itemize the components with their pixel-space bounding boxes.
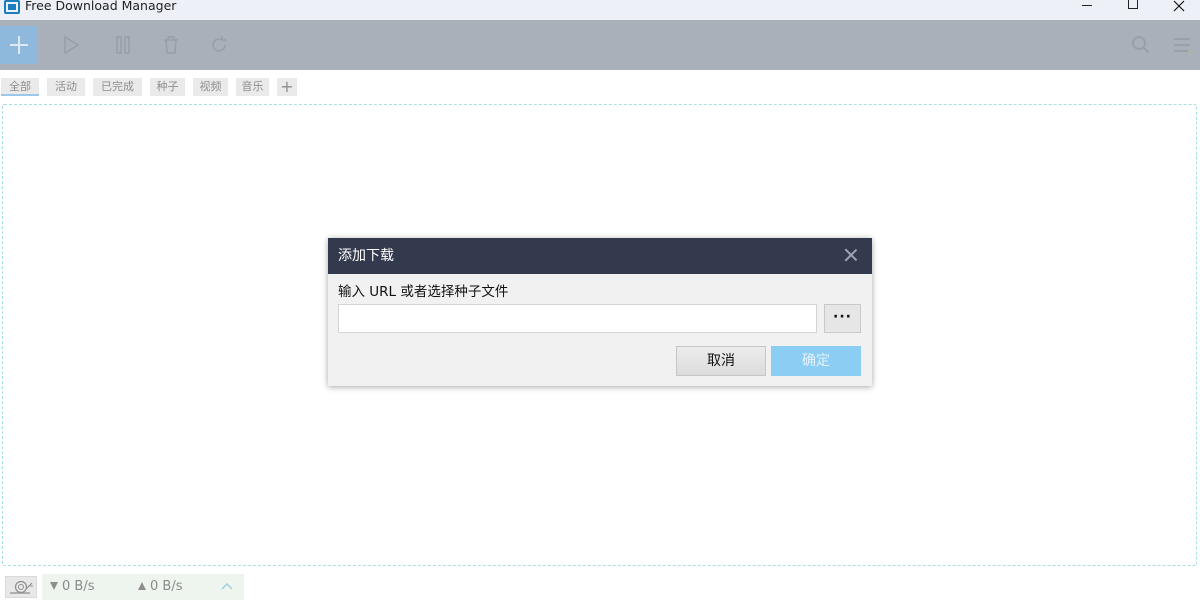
add-download-dialog: 添加下载 输入 URL 或者选择种子文件 ··· 取消 确定 (328, 238, 872, 386)
ok-button[interactable]: 确定 (771, 346, 861, 376)
status-bar: 0 B/s 0 B/s (0, 574, 1200, 600)
add-tab-button[interactable]: + (277, 78, 297, 96)
download-arrow-icon (50, 582, 58, 590)
maximize-icon (1128, 0, 1138, 9)
toolbar (0, 20, 1200, 70)
tab-all[interactable]: 全部 (1, 78, 39, 96)
add-download-button[interactable] (0, 26, 38, 64)
maximize-button[interactable] (1110, 0, 1156, 18)
chevron-up-icon[interactable] (220, 579, 234, 593)
tab-torrent[interactable]: 种子 (150, 78, 185, 96)
refresh-icon[interactable] (208, 34, 230, 56)
url-input[interactable] (338, 304, 817, 333)
play-icon[interactable] (60, 34, 82, 56)
minimize-button[interactable] (1064, 0, 1110, 18)
tab-music[interactable]: 音乐 (236, 78, 269, 96)
app-logo-icon (4, 0, 20, 14)
close-icon (1173, 0, 1185, 12)
dialog-close-icon[interactable] (844, 248, 858, 262)
minimize-icon (1082, 4, 1092, 6)
dialog-header: 添加下载 (328, 238, 872, 274)
pause-icon[interactable] (112, 34, 134, 56)
snail-icon (10, 580, 33, 594)
trash-icon[interactable] (160, 34, 182, 56)
url-field-label: 输入 URL 或者选择种子文件 (338, 284, 509, 300)
browse-torrent-button[interactable]: ··· (824, 304, 861, 333)
close-window-button[interactable] (1156, 0, 1200, 18)
window-title: Free Download Manager (25, 0, 177, 13)
title-bar: Free Download Manager (0, 0, 1200, 20)
search-icon[interactable] (1130, 34, 1152, 56)
tab-video[interactable]: 视频 (193, 78, 228, 96)
tab-completed[interactable]: 已完成 (93, 78, 142, 96)
dialog-title: 添加下载 (338, 248, 394, 264)
cancel-button[interactable]: 取消 (676, 346, 766, 376)
menu-icon[interactable] (1172, 34, 1194, 56)
tab-active[interactable]: 活动 (47, 78, 85, 96)
speed-panel: 0 B/s 0 B/s (42, 574, 244, 600)
download-speed: 0 B/s (62, 579, 95, 594)
upload-arrow-icon (138, 582, 146, 590)
snail-mode-button[interactable] (5, 576, 37, 598)
upload-speed: 0 B/s (150, 579, 183, 594)
